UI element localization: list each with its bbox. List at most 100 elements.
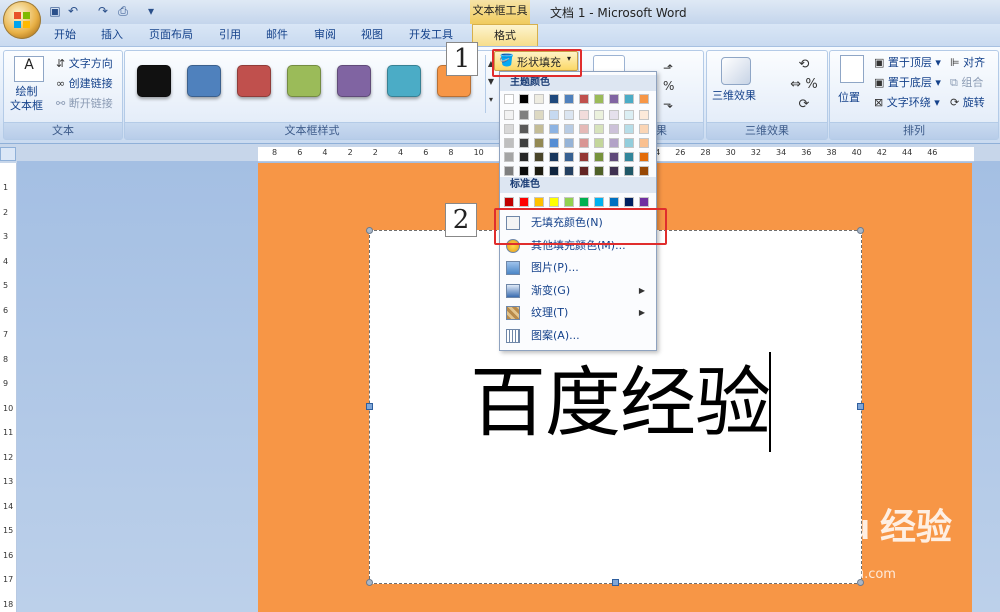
text-box-content[interactable]: 百度经验	[470, 358, 771, 448]
break-link-button[interactable]: ⚯ 断开链接	[56, 95, 113, 111]
tab-format[interactable]: 格式	[472, 24, 538, 47]
theme-shade-cell[interactable]	[624, 124, 634, 134]
style-swatch[interactable]	[387, 65, 421, 97]
theme-shade-cell[interactable]	[594, 138, 604, 148]
theme-shade-cell[interactable]	[504, 138, 514, 148]
theme-shade-cell[interactable]	[534, 138, 544, 148]
redo-icon[interactable]: ↷	[96, 4, 110, 18]
standard-color-cell[interactable]	[639, 197, 649, 207]
theme-shade-cell[interactable]	[504, 152, 514, 162]
style-swatch[interactable]	[237, 65, 271, 97]
tab-page-layout[interactable]: 页面布局	[145, 26, 197, 44]
theme-shade-cell[interactable]	[594, 124, 604, 134]
theme-shade-cell[interactable]	[564, 110, 574, 120]
standard-color-cell[interactable]	[594, 197, 604, 207]
standard-color-cell[interactable]	[579, 197, 589, 207]
tab-references[interactable]: 引用	[215, 26, 245, 44]
theme-shade-cell[interactable]	[519, 138, 529, 148]
gradient-fill-item[interactable]: 渐变(G) ▶	[501, 280, 653, 302]
theme-shade-cell[interactable]	[624, 166, 634, 176]
office-button[interactable]	[3, 1, 41, 39]
theme-shade-cell[interactable]	[534, 124, 544, 134]
theme-shade-cell[interactable]	[609, 138, 619, 148]
tab-review[interactable]: 审阅	[310, 26, 340, 44]
style-swatch[interactable]	[287, 65, 321, 97]
picture-fill-item[interactable]: 图片(P)...	[501, 257, 653, 279]
theme-shade-cell[interactable]	[579, 110, 589, 120]
tab-mailings[interactable]: 邮件	[262, 26, 292, 44]
resize-handle[interactable]	[611, 579, 619, 586]
standard-color-cell[interactable]	[624, 197, 634, 207]
tab-home[interactable]: 开始	[50, 26, 80, 44]
theme-shade-cell[interactable]	[564, 166, 574, 176]
position-button[interactable]: 位置	[838, 89, 860, 105]
style-swatch[interactable]	[337, 65, 371, 97]
theme-shade-cell[interactable]	[519, 110, 529, 120]
standard-color-cell[interactable]	[534, 197, 544, 207]
3d-tilt-icons[interactable]: ⟲ ⇔ % ⟳	[789, 55, 819, 115]
theme-shade-cell[interactable]	[609, 124, 619, 134]
theme-shade-cell[interactable]	[549, 110, 559, 120]
theme-shade-cell[interactable]	[579, 124, 589, 134]
theme-color-cell[interactable]	[609, 94, 619, 104]
standard-color-cell[interactable]	[609, 197, 619, 207]
standard-color-cell[interactable]	[519, 197, 529, 207]
create-link-button[interactable]: ∞ 创建链接	[56, 75, 113, 91]
theme-color-cell[interactable]	[549, 94, 559, 104]
text-direction-button[interactable]: ⇵ 文字方向	[56, 55, 113, 71]
rotate-button[interactable]: ⟳ 旋转	[950, 94, 985, 110]
bring-to-front-button[interactable]: ▣ 置于顶层 ▾	[874, 54, 941, 70]
theme-color-cell[interactable]	[624, 94, 634, 104]
send-to-back-button[interactable]: ▣ 置于底层 ▾	[874, 74, 941, 90]
theme-shade-cell[interactable]	[639, 110, 649, 120]
theme-shade-cell[interactable]	[519, 166, 529, 176]
standard-color-cell[interactable]	[564, 197, 574, 207]
qat-customize-icon[interactable]: ▾	[144, 4, 158, 18]
tab-view[interactable]: 视图	[357, 26, 387, 44]
theme-shade-cell[interactable]	[579, 166, 589, 176]
resize-handle[interactable]	[366, 227, 373, 234]
undo-icon[interactable]: ↶	[66, 4, 80, 18]
theme-shade-cell[interactable]	[564, 138, 574, 148]
texture-fill-item[interactable]: 纹理(T) ▶	[501, 302, 653, 324]
theme-shade-cell[interactable]	[609, 110, 619, 120]
resize-handle[interactable]	[366, 403, 373, 410]
theme-color-cell[interactable]	[579, 94, 589, 104]
theme-color-cell[interactable]	[639, 94, 649, 104]
theme-shade-cell[interactable]	[609, 152, 619, 162]
theme-shade-cell[interactable]	[549, 124, 559, 134]
resize-handle[interactable]	[366, 579, 373, 586]
theme-shade-cell[interactable]	[534, 152, 544, 162]
theme-shade-cell[interactable]	[549, 138, 559, 148]
theme-color-cell[interactable]	[534, 94, 544, 104]
pattern-fill-item[interactable]: 图案(A)...	[501, 325, 653, 347]
theme-shade-cell[interactable]	[579, 152, 589, 162]
save-icon[interactable]: ▣	[48, 4, 62, 18]
theme-shade-cell[interactable]	[564, 152, 574, 162]
theme-shade-cell[interactable]	[519, 124, 529, 134]
theme-color-cell[interactable]	[564, 94, 574, 104]
theme-shade-cell[interactable]	[504, 166, 514, 176]
style-swatch[interactable]	[187, 65, 221, 97]
theme-shade-cell[interactable]	[639, 124, 649, 134]
theme-shade-cell[interactable]	[549, 166, 559, 176]
theme-shade-cell[interactable]	[504, 124, 514, 134]
style-swatch[interactable]	[137, 65, 171, 97]
group-button[interactable]: ⧉ 组合	[950, 74, 983, 90]
theme-shade-cell[interactable]	[579, 138, 589, 148]
theme-shade-cell[interactable]	[609, 166, 619, 176]
tab-selector-icon[interactable]	[0, 147, 16, 161]
theme-color-cell[interactable]	[519, 94, 529, 104]
draw-textbox-button[interactable]: 绘制 文本框	[10, 85, 43, 113]
theme-shade-cell[interactable]	[594, 152, 604, 162]
theme-shade-cell[interactable]	[594, 110, 604, 120]
theme-shade-cell[interactable]	[534, 166, 544, 176]
theme-shade-cell[interactable]	[639, 138, 649, 148]
theme-shade-cell[interactable]	[639, 166, 649, 176]
print-preview-icon[interactable]: ⎙	[116, 4, 130, 18]
theme-shade-cell[interactable]	[549, 152, 559, 162]
theme-color-cell[interactable]	[504, 94, 514, 104]
standard-color-cell[interactable]	[504, 197, 514, 207]
3d-effects-button[interactable]: 三维效果	[712, 87, 756, 103]
resize-handle[interactable]	[857, 227, 864, 234]
